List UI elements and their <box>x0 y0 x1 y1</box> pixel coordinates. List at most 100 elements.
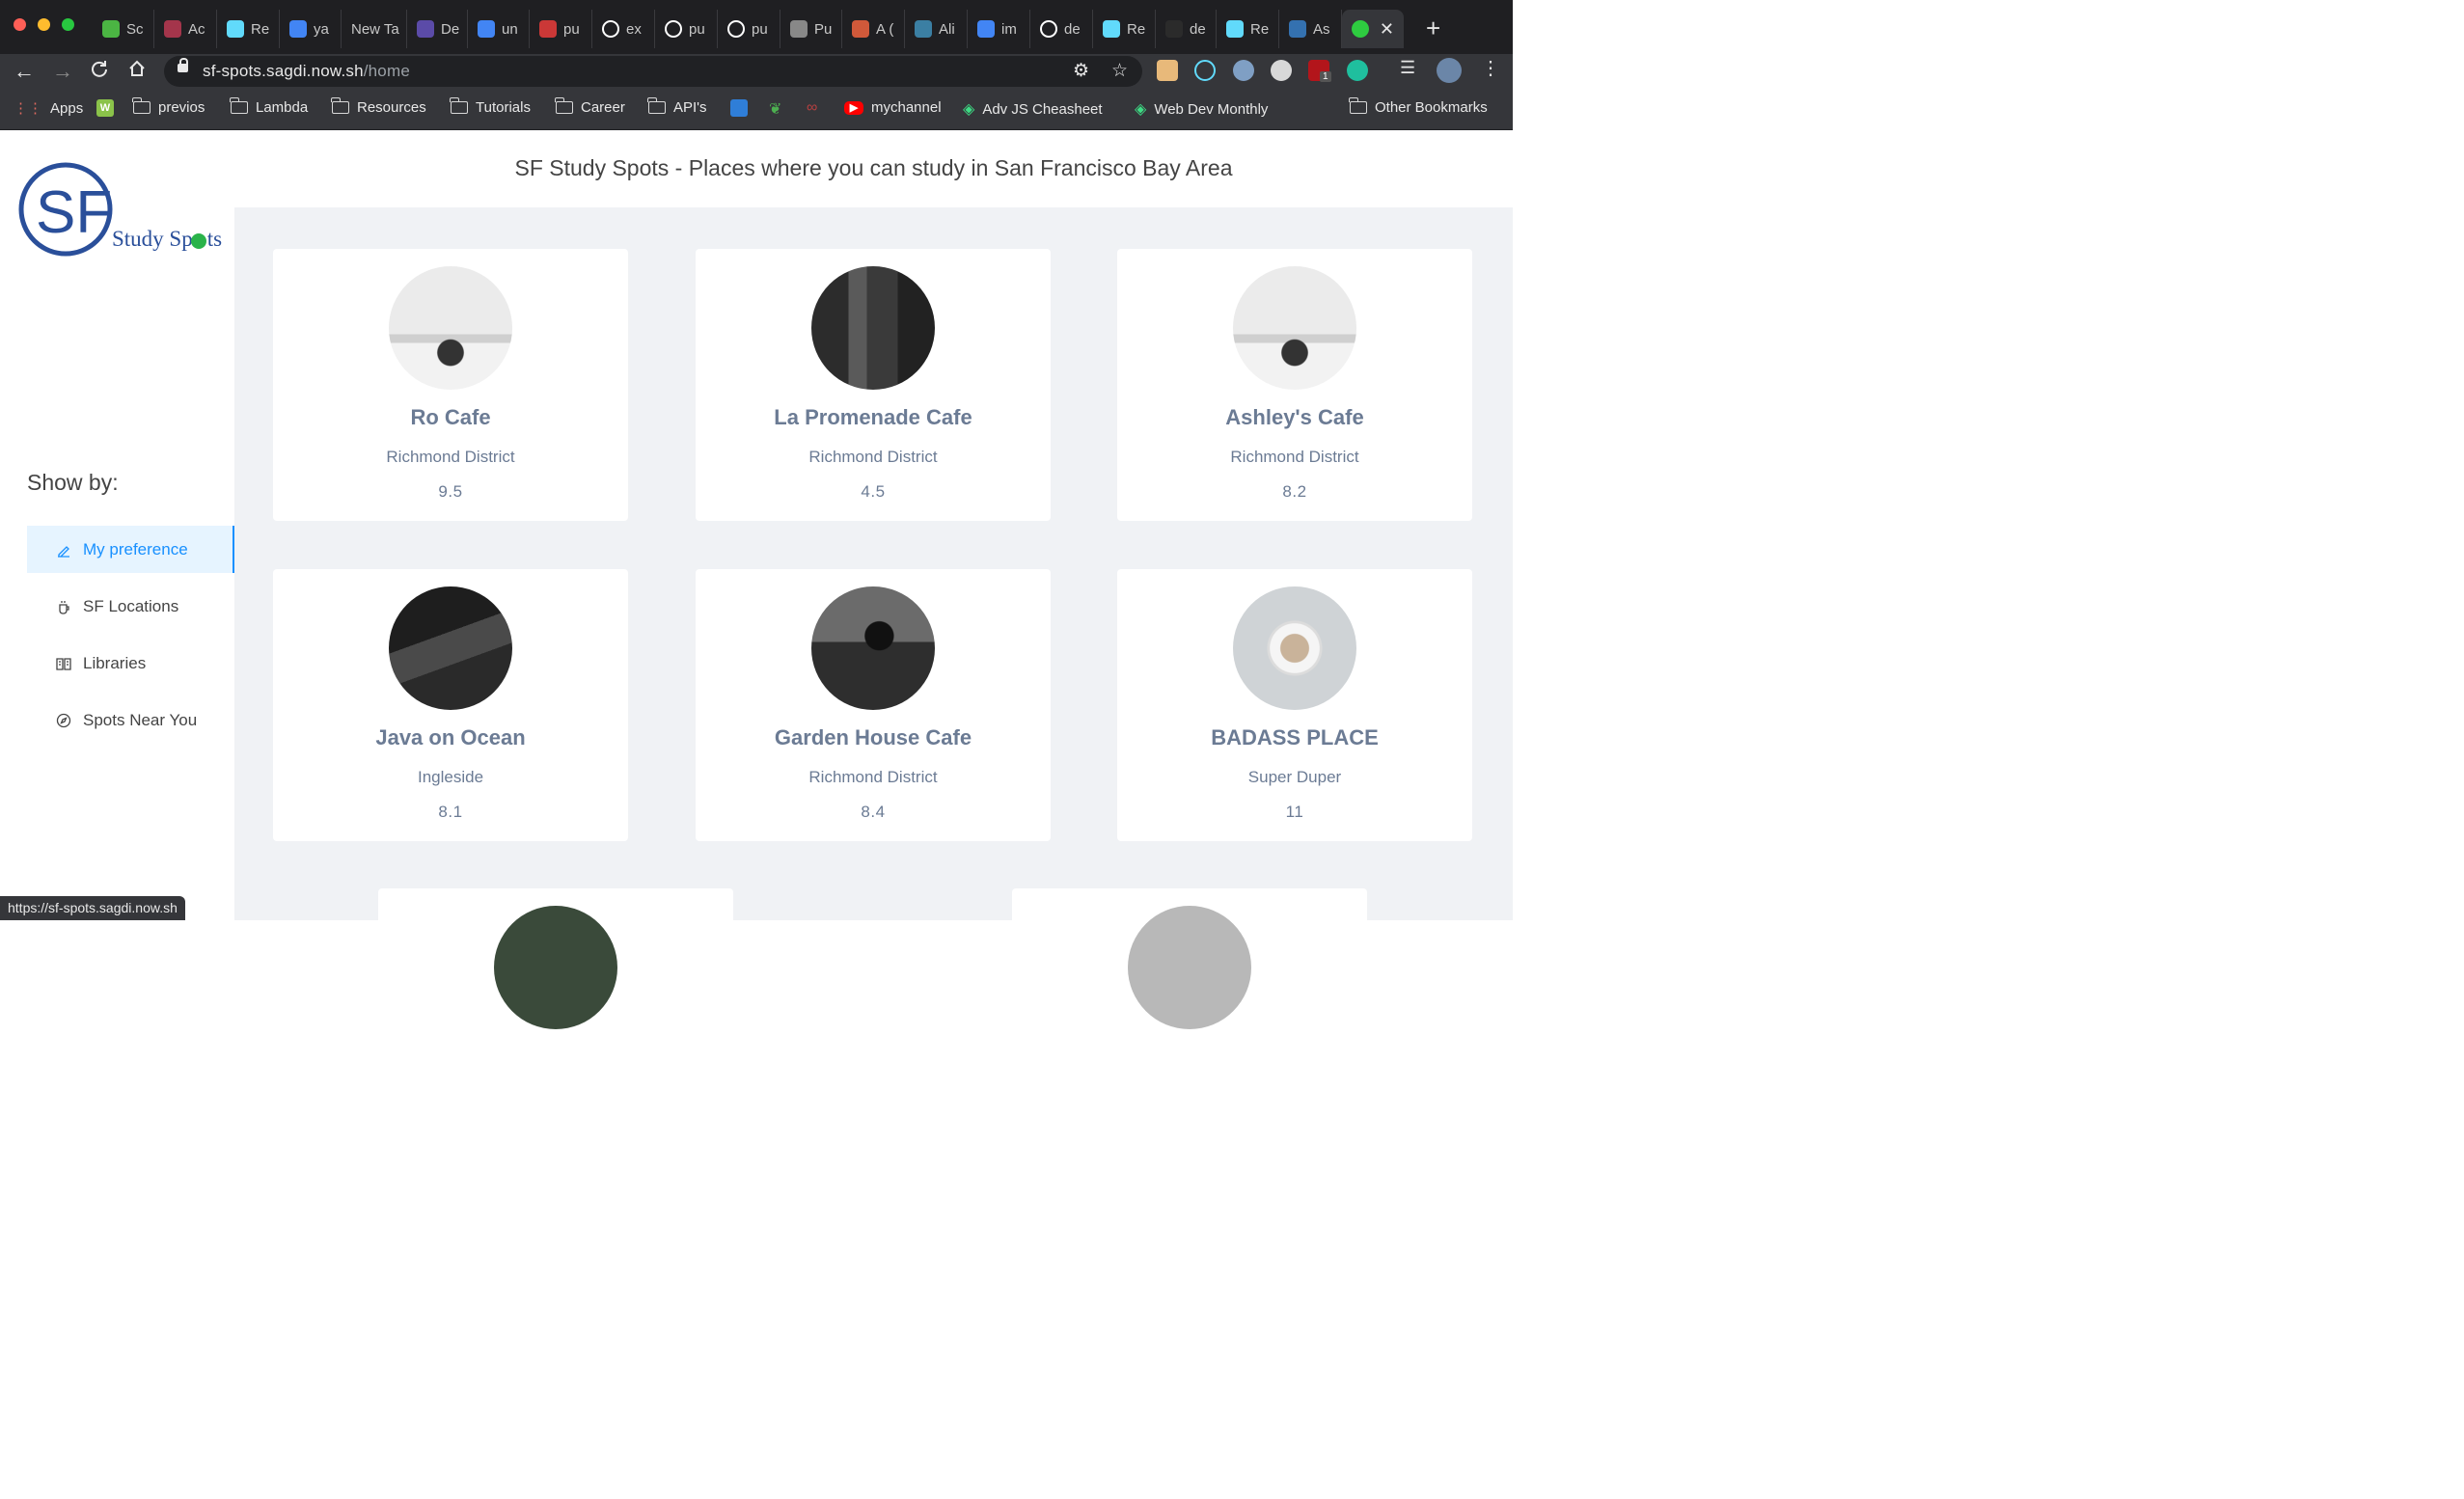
close-window-button[interactable] <box>14 18 26 31</box>
gem-icon: ◈ <box>1135 101 1147 118</box>
browser-tab[interactable]: de <box>1156 10 1217 48</box>
bookmark-web-dev-monthly[interactable]: ◈ Web Dev Monthly <box>1135 99 1268 119</box>
extension-bear-icon[interactable] <box>1271 60 1292 81</box>
coffee-cup-icon <box>59 600 69 614</box>
edit-icon <box>58 545 69 558</box>
browser-tab[interactable]: Ac <box>154 10 217 48</box>
url-path: /home <box>363 62 410 80</box>
bookmark-lambda[interactable]: Lambda <box>230 97 308 116</box>
cookie-blocked-icon[interactable]: ⚙ <box>1073 60 1089 82</box>
browser-tab[interactable]: Ali <box>905 10 968 48</box>
profile-avatar[interactable] <box>1437 58 1462 83</box>
github-icon <box>727 20 745 38</box>
browser-tab-label: Ac <box>188 20 205 38</box>
extension-face-icon[interactable] <box>1157 60 1178 81</box>
bookmark-mychannel[interactable]: ▶ mychannel <box>844 99 942 116</box>
github-icon <box>665 20 682 38</box>
sf-study-spots-logo[interactable]: SF Study Sp ts <box>17 161 230 259</box>
cafe-woman-photo <box>389 266 512 390</box>
extension-circle-icon[interactable] <box>1233 60 1254 81</box>
minimize-window-button[interactable] <box>38 18 50 31</box>
svg-text:SF: SF <box>36 179 112 246</box>
spot-card[interactable]: La Promenade Cafe Richmond District 4.5 <box>696 249 1051 521</box>
bookmarks-bar: ⋮⋮ Apps Wprevios Lambda Resources Tutorials Ca… <box>0 89 1513 130</box>
reload-button[interactable] <box>90 58 109 85</box>
bookmark-feather[interactable]: ❦ <box>769 99 781 119</box>
browser-tab[interactable]: Pu <box>780 10 842 48</box>
browser-tab[interactable]: im <box>968 10 1030 48</box>
forward-button[interactable]: → <box>52 58 73 85</box>
google-icon <box>977 20 995 38</box>
bookmark-apps[interactable]: ⋮⋮ Apps <box>14 99 84 118</box>
menu-item-libraries[interactable]: Libraries <box>27 640 234 687</box>
browser-tab[interactable]: De <box>407 10 468 48</box>
browser-menu-icon[interactable]: ⋮ <box>1481 56 1502 79</box>
bookmark-other-bookmarks[interactable]: Other Bookmarks <box>1349 97 1488 116</box>
bookmark-label: previos <box>158 99 205 116</box>
bookmark-green-square[interactable]: W <box>96 99 114 117</box>
browser-tab[interactable]: pu <box>530 10 592 48</box>
url-text: sf-spots.sagdi.now.sh/home <box>203 62 410 81</box>
bookmark-label: mychannel <box>871 99 942 116</box>
menu-item-my-preference[interactable]: My preference <box>27 526 235 573</box>
browser-tab[interactable]: New Ta <box>342 10 407 48</box>
bookmark-label: Apps <box>50 99 84 117</box>
browser-tab[interactable]: Re <box>1217 10 1279 48</box>
browser-tab[interactable]: ex <box>592 10 655 48</box>
home-button[interactable] <box>127 58 147 85</box>
bookmark-swirl[interactable]: ∞ <box>807 99 817 117</box>
browser-tab-label: Ali <box>939 20 955 38</box>
bookmark-resources[interactable]: Resources <box>331 97 426 116</box>
browser-tab[interactable]: pu <box>655 10 718 48</box>
new-tab-button[interactable]: + <box>1426 15 1440 41</box>
react-icon <box>227 20 244 38</box>
spot-card[interactable]: Ro Cafe Richmond District 9.5 <box>273 249 628 521</box>
browser-tab[interactable]: Sc <box>93 10 154 48</box>
spot-card[interactable]: Garden House Cafe Richmond District 8.4 <box>696 569 1051 841</box>
ublock-icon[interactable]: 1 <box>1308 60 1331 82</box>
maximize-window-button[interactable] <box>62 18 74 31</box>
browser-tab[interactable]: Re <box>1093 10 1156 48</box>
browser-tab[interactable]: A ( <box>842 10 905 48</box>
spot-card[interactable]: BADASS PLACE Super Duper 11 <box>1117 569 1472 841</box>
bookmark-tutorials[interactable]: Tutorials <box>450 97 531 116</box>
menu-item-spots-near-you[interactable]: Spots Near You <box>27 696 234 744</box>
browser-toolbar: ← → sf-spots.sagdi.now.sh/home ⚙ ☆ 1 ☰ ⋮ <box>0 54 1513 89</box>
bookmark-icon <box>417 20 434 38</box>
react-devtools-icon[interactable] <box>1194 60 1216 81</box>
browser-tab[interactable]: de <box>1030 10 1093 48</box>
pinwheel-icon <box>852 20 869 38</box>
browser-tab[interactable]: pu <box>718 10 780 48</box>
home-icon <box>129 60 145 76</box>
close-tab-icon[interactable]: ✕ <box>1380 19 1394 40</box>
folder-icon <box>132 97 151 114</box>
browser-tab-label: Sc <box>126 20 144 38</box>
spot-card-partial[interactable] <box>1012 888 1367 1160</box>
bookmark-api-s[interactable]: API's <box>647 97 707 116</box>
cafe-counter-photo <box>811 266 935 390</box>
browser-tab[interactable]: As <box>1279 10 1342 48</box>
image-icon <box>915 20 932 38</box>
app-page: SF Study Sp ts Show by: My preference SF L… <box>0 130 1513 1160</box>
back-button[interactable]: ← <box>14 58 35 85</box>
spot-card[interactable]: Java on Ocean Ingleside 8.1 <box>273 569 628 841</box>
browser-tab[interactable]: un <box>468 10 530 48</box>
spot-card-partial[interactable] <box>378 888 733 1160</box>
browser-tab[interactable]: Re <box>217 10 280 48</box>
address-bar[interactable]: sf-spots.sagdi.now.sh/home ⚙ ☆ <box>164 56 1142 87</box>
menu-item-sf-locations[interactable]: SF Locations <box>27 583 234 630</box>
bookmark-previos[interactable]: previos <box>132 97 205 116</box>
npm-icon <box>539 20 557 38</box>
browser-tab[interactable]: ya <box>280 10 342 48</box>
bookmark-adv-js-cheasheet[interactable]: ◈ Adv JS Cheasheet <box>963 99 1103 119</box>
spot-card[interactable]: Ashley's Cafe Richmond District 8.2 <box>1117 249 1472 521</box>
book-icon <box>56 657 71 670</box>
bookmark-career[interactable]: Career <box>555 97 625 116</box>
star-icon[interactable]: ☆ <box>1111 60 1128 82</box>
folder-icon <box>450 97 468 114</box>
bookmark-trello[interactable] <box>730 99 748 117</box>
menu-item-label: Spots Near You <box>83 710 198 729</box>
reading-list-icon[interactable]: ☰ <box>1400 58 1421 79</box>
extension-m-icon[interactable] <box>1347 60 1368 81</box>
active-tab[interactable]: ✕ <box>1342 10 1404 48</box>
